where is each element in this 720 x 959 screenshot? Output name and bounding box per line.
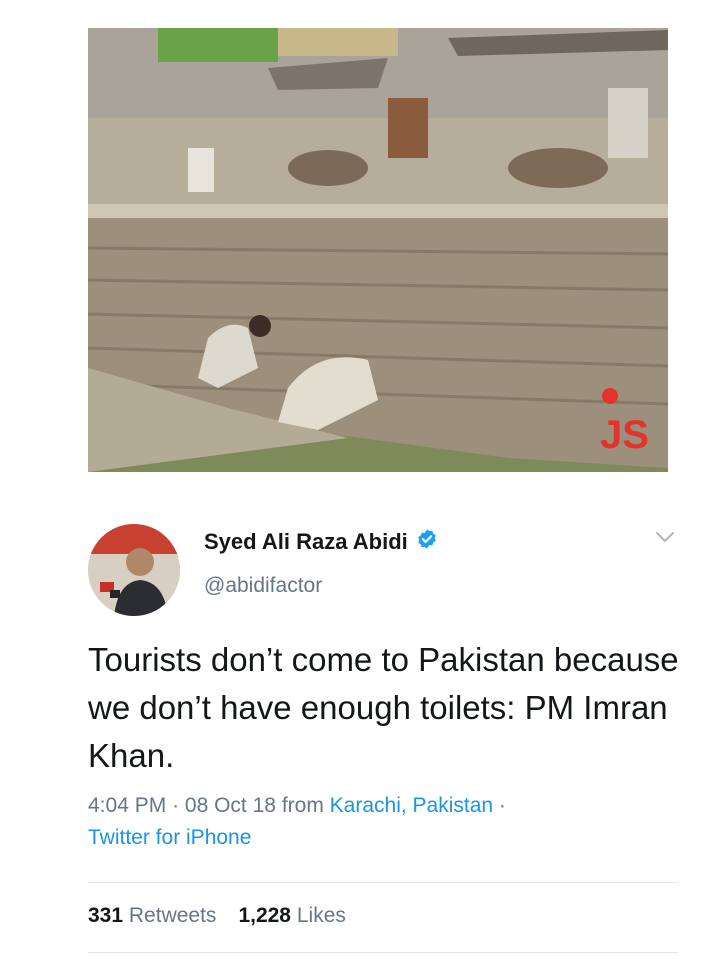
tweet-date[interactable]: 08 Oct 18	[185, 794, 276, 817]
likes-label: Likes	[296, 904, 346, 927]
avatar[interactable]	[88, 524, 180, 616]
retweets-label: Retweets	[128, 904, 217, 927]
likes-stat[interactable]: 1,228 Likes	[238, 904, 345, 928]
chevron-down-icon[interactable]	[654, 530, 676, 544]
retweets-count: 331	[88, 904, 124, 927]
tweet-stats: 331 Retweets 1,228 Likes	[88, 904, 346, 928]
author-handle[interactable]: @abidifactor	[204, 574, 322, 598]
meta-separator-2: ·	[498, 794, 506, 817]
tweet-time[interactable]: 4:04 PM	[88, 794, 166, 817]
verified-badge-icon	[416, 528, 438, 555]
svg-text:JS: JS	[600, 413, 649, 457]
tweet-location-link[interactable]: Karachi, Pakistan	[330, 794, 493, 817]
author-name-row: Syed Ali Raza Abidi	[204, 528, 438, 555]
photo-illustration: JS	[88, 28, 668, 472]
meta-separator: ·	[172, 794, 180, 817]
retweets-stat[interactable]: 331 Retweets	[88, 904, 216, 928]
author-display-name[interactable]: Syed Ali Raza Abidi	[204, 529, 408, 555]
avatar-image	[88, 524, 180, 616]
divider	[88, 882, 678, 883]
tweet-source-link[interactable]: Twitter for iPhone	[88, 826, 251, 849]
divider-bottom	[88, 952, 678, 953]
likes-count: 1,228	[238, 904, 291, 927]
from-label: from	[281, 794, 324, 817]
tweet-text: Tourists don’t come to Pakistan because …	[88, 641, 679, 774]
tweet-metadata: 4:04 PM · 08 Oct 18 from Karachi, Pakist…	[88, 790, 678, 854]
tweet-photo[interactable]: JS	[88, 28, 668, 472]
